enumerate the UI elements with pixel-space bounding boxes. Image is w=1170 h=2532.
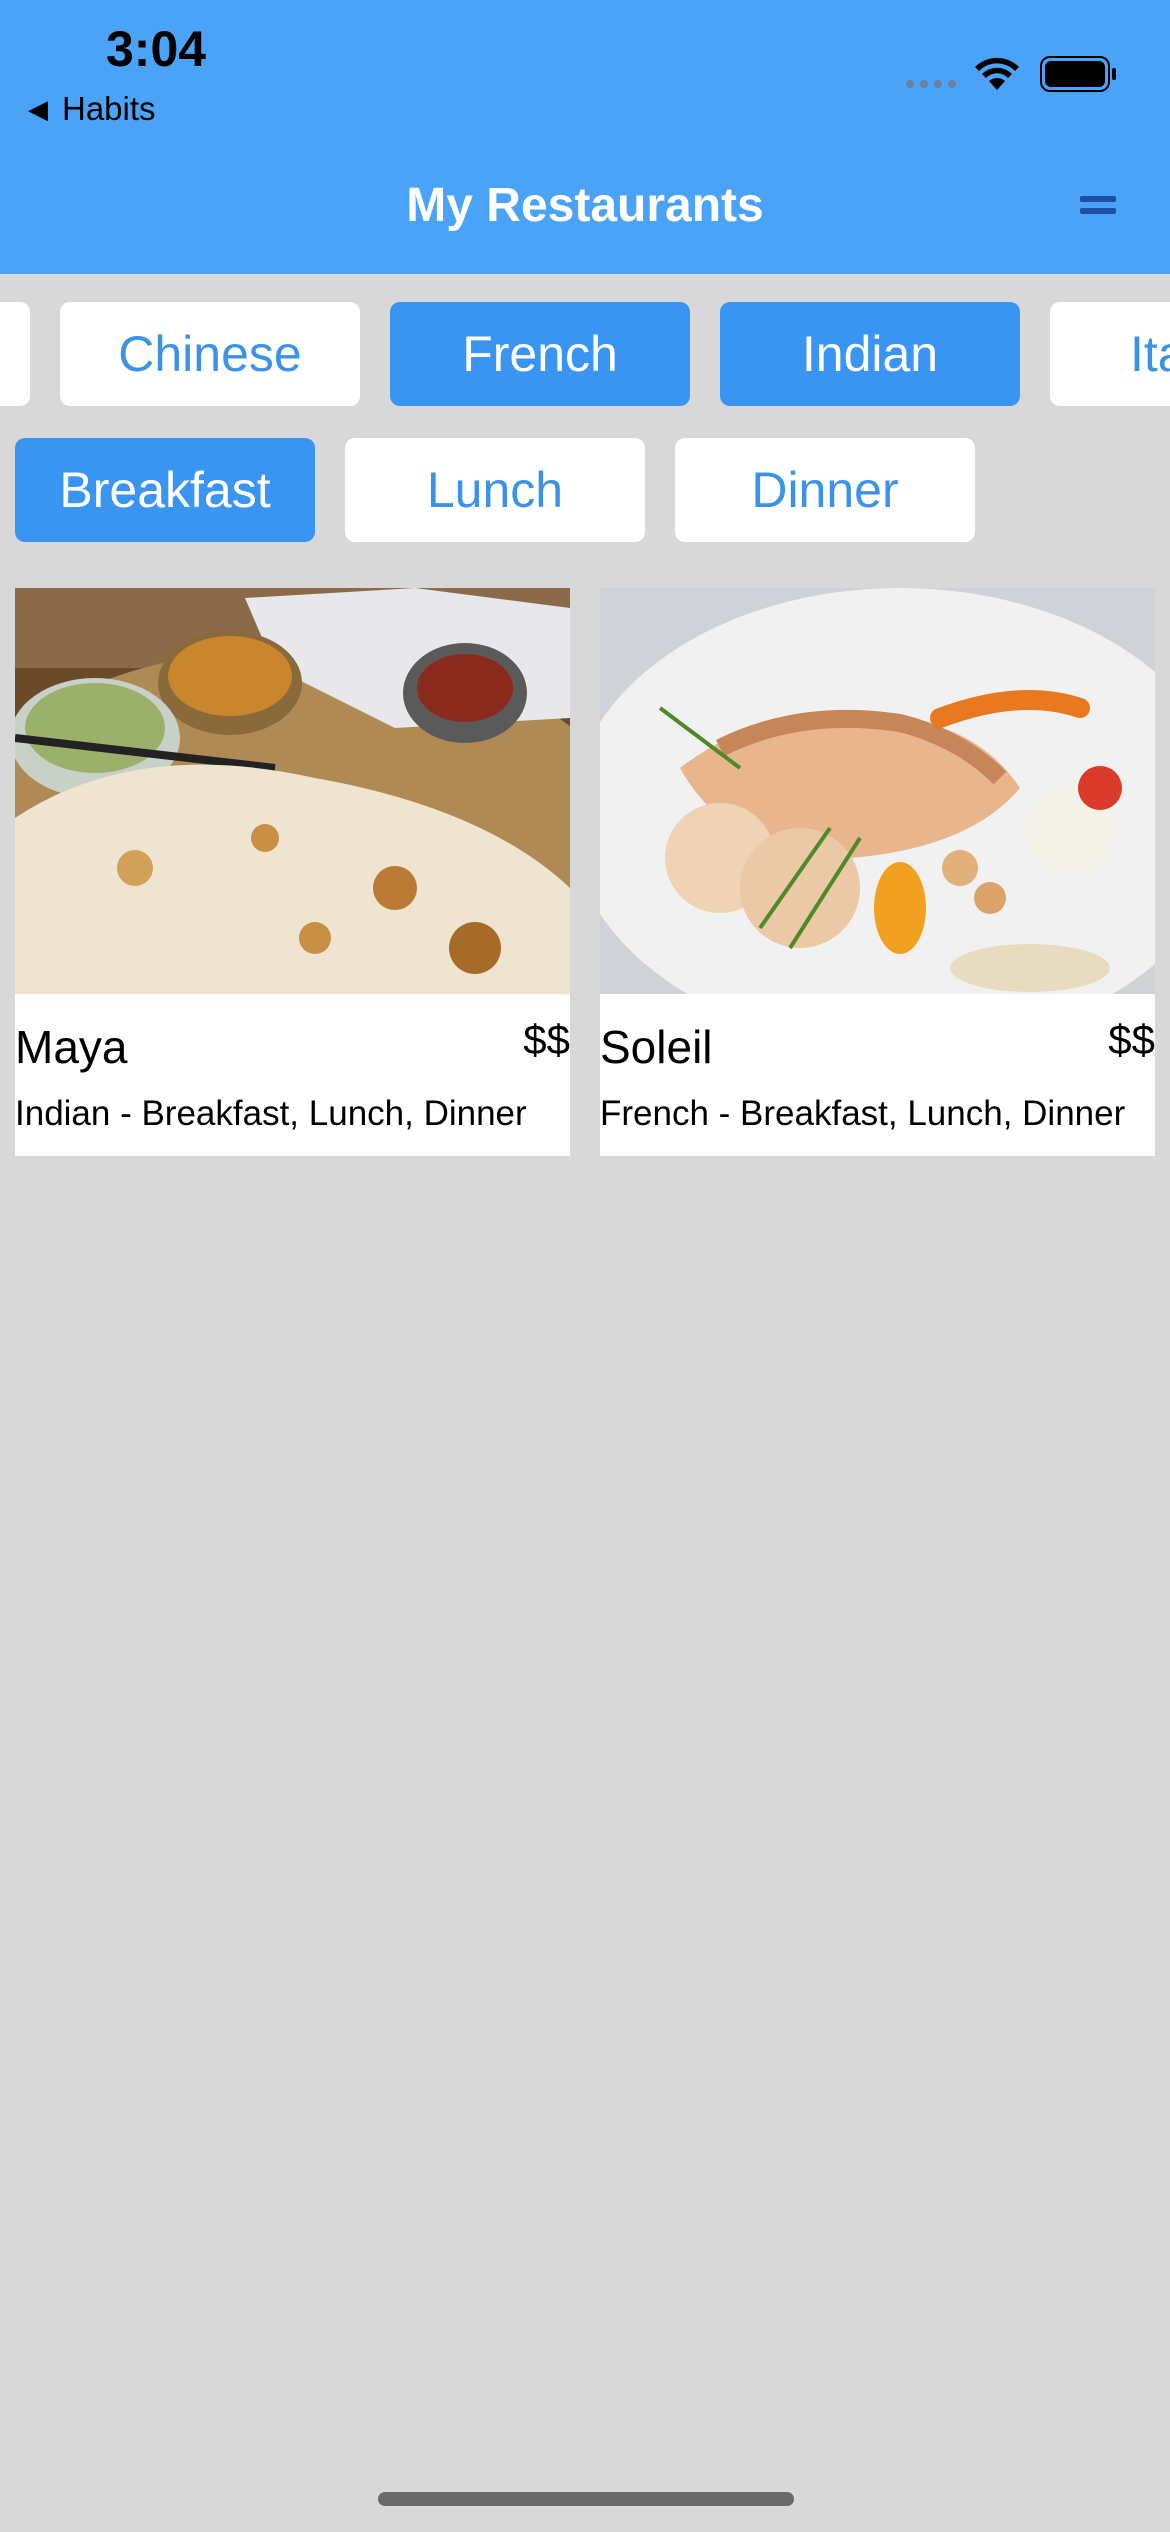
battery-icon	[1040, 56, 1116, 92]
restaurant-price: $$	[1108, 1016, 1155, 1063]
back-arrow-icon: ◀	[28, 93, 48, 124]
menu-icon[interactable]	[1080, 196, 1116, 218]
cuisine-chip-indian[interactable]: Indian	[720, 302, 1020, 406]
cuisine-chip-partial[interactable]	[0, 302, 30, 406]
navigation-header: 3:04 ◀ Habits My Restaurants	[0, 0, 1170, 274]
restaurant-details: French - Breakfast, Lunch, Dinner	[600, 1094, 1126, 1133]
restaurant-photo-fish-dish	[600, 588, 1155, 994]
cuisine-chip-french[interactable]: French	[390, 302, 690, 406]
restaurant-card-maya[interactable]: Maya $$ Indian - Breakfast, Lunch, Dinne…	[15, 588, 570, 1156]
restaurant-price: $$	[523, 1016, 570, 1063]
cuisine-chip-italian-partial[interactable]: Ita	[1050, 302, 1170, 406]
restaurant-details: Indian - Breakfast, Lunch, Dinner	[15, 1094, 527, 1133]
home-indicator[interactable]	[378, 2492, 794, 2506]
restaurant-name: Soleil	[600, 1021, 713, 1073]
page-title: My Restaurants	[406, 179, 764, 232]
cuisine-chip-chinese[interactable]: Chinese	[60, 302, 360, 406]
status-time: 3:04	[106, 21, 207, 77]
back-to-habits-button[interactable]: ◀ Habits	[28, 90, 156, 128]
restaurant-photo-naan-curry	[15, 588, 570, 994]
back-label: Habits	[62, 90, 156, 127]
meal-chip-breakfast[interactable]: Breakfast	[15, 438, 315, 542]
restaurant-card-soleil[interactable]: Soleil $$ French - Breakfast, Lunch, Din…	[600, 588, 1155, 1156]
cellular-signal-icon	[906, 80, 956, 88]
restaurant-name: Maya	[15, 1021, 128, 1073]
wifi-icon	[975, 57, 1019, 90]
meal-chip-lunch[interactable]: Lunch	[345, 438, 645, 542]
meal-chip-dinner[interactable]: Dinner	[675, 438, 975, 542]
